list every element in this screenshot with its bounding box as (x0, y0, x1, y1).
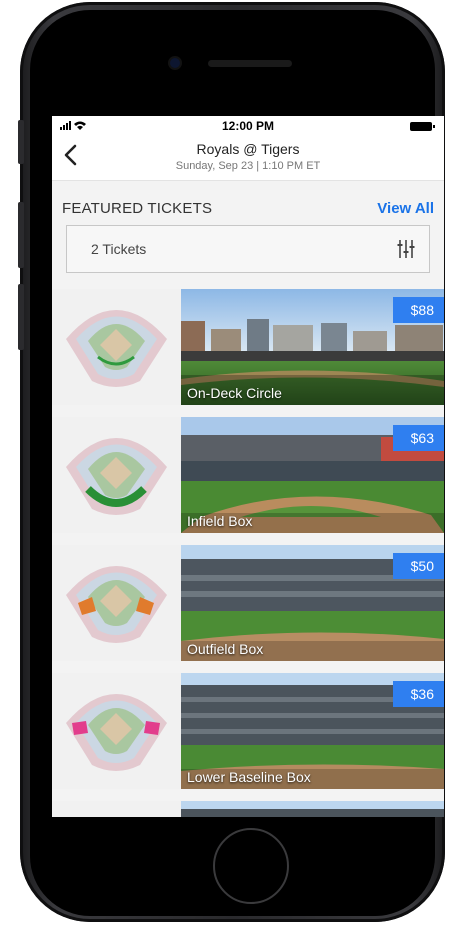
earpiece-speaker (208, 60, 292, 67)
status-bar: 12:00 PM (52, 116, 444, 136)
ticket-quantity-selector[interactable]: 2 Tickets (66, 225, 430, 273)
view-all-link[interactable]: View All (377, 200, 434, 217)
price-badge: $63 (392, 425, 444, 451)
section-view-photo (181, 801, 444, 817)
ticket-row[interactable]: $88 On-Deck Circle (52, 289, 444, 405)
status-time: 12:00 PM (221, 119, 275, 133)
ticket-row[interactable]: $50 Outfield Box (52, 545, 444, 661)
section-view-photo: $88 On-Deck Circle (181, 289, 444, 405)
section-title: FEATURED TICKETS (62, 200, 213, 217)
section-name: On-Deck Circle (187, 385, 282, 401)
event-header: Royals @ Tigers Sunday, Sep 23 | 1:10 PM… (52, 136, 444, 181)
seat-map (52, 417, 181, 533)
section-name: Infield Box (187, 513, 253, 529)
section-view-photo: $36 Lower Baseline Box (181, 673, 444, 789)
ticket-list: $88 On-Deck Circle $63 Infield Box $50 O… (52, 289, 444, 817)
front-camera (170, 58, 180, 68)
ticket-row[interactable]: $63 Infield Box (52, 417, 444, 533)
volume-up-button (18, 202, 24, 268)
battery-icon (410, 122, 435, 131)
featured-section: FEATURED TICKETS View All 2 Tickets (52, 181, 444, 287)
section-view-photo: $63 Infield Box (181, 417, 444, 533)
ticket-row[interactable] (52, 801, 444, 817)
volume-down-button (18, 284, 24, 350)
price-badge: $88 (392, 297, 444, 323)
price-badge: $36 (392, 681, 444, 707)
section-view-photo: $50 Outfield Box (181, 545, 444, 661)
section-name: Lower Baseline Box (187, 769, 311, 785)
home-button[interactable] (213, 828, 289, 904)
app-screen: 12:00 PM Royals @ Tigers Sunday, Sep 23 … (52, 116, 444, 817)
section-name: Outfield Box (187, 641, 264, 657)
seat-map (52, 545, 181, 661)
event-subtitle: Sunday, Sep 23 | 1:10 PM ET (175, 160, 321, 172)
ticket-quantity-label: 2 Tickets (91, 241, 147, 257)
sliders-icon[interactable] (397, 239, 415, 259)
seat-map (52, 673, 181, 789)
price-badge: $50 (392, 553, 444, 579)
mute-switch (18, 120, 24, 164)
ticket-row[interactable]: $36 Lower Baseline Box (52, 673, 444, 789)
seat-map (52, 289, 181, 405)
seat-map (52, 801, 181, 817)
event-title: Royals @ Tigers (196, 141, 300, 157)
